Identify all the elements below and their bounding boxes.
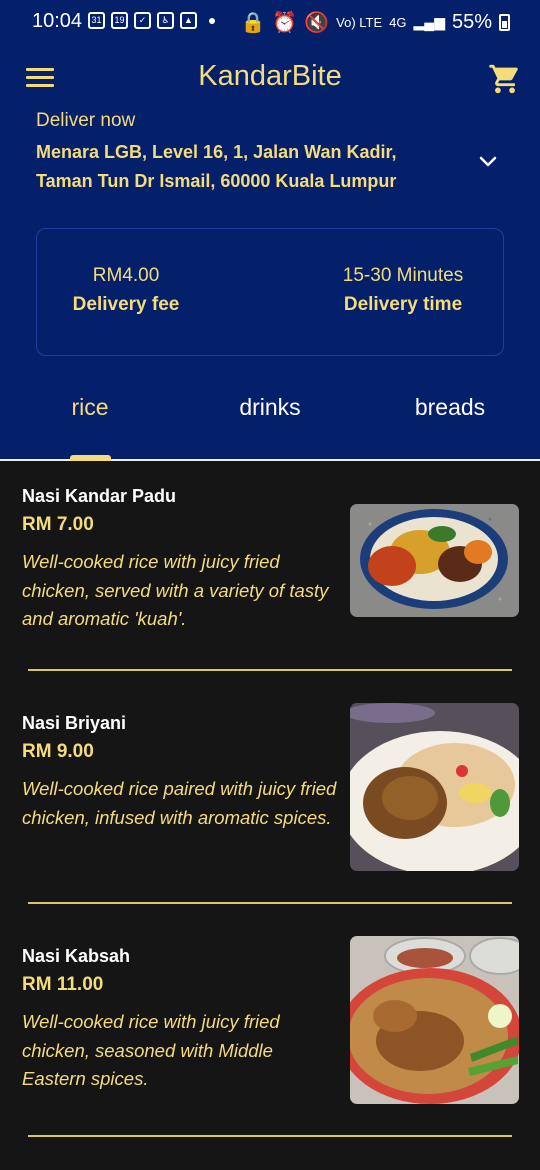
item-description: Well-cooked rice paired with juicy fried… — [22, 778, 337, 828]
item-description: Well-cooked rice with juicy fried chicke… — [22, 551, 329, 629]
delivery-info-card: RM4.00 Delivery fee 15-30 Minutes Delive… — [36, 228, 504, 356]
tab-breads[interactable]: breads — [360, 394, 540, 421]
battery-percent: 55% — [451, 11, 492, 33]
calendar-icon: 31 — [88, 12, 105, 29]
food-photo — [350, 936, 519, 1104]
item-divider — [28, 1135, 512, 1137]
item-name: Nasi Kabsah — [22, 946, 131, 966]
food-photo — [350, 703, 519, 871]
address-line-1: Menara LGB, Level 16, 1, Jalan Wan Kadir… — [36, 142, 397, 162]
alarm-icon: ⏰ — [272, 12, 298, 34]
more-notifications-dot — [209, 17, 215, 24]
system-icons: 🔒 ⏰ 🔇 Vo) LTE 4G ▂▄▆ 55% — [240, 10, 510, 35]
address-line-2: Taman Tun Dr Ismail, 60000 Kuala Lumpur — [36, 171, 397, 191]
item-price: RM 7.00 — [22, 514, 94, 535]
status-time: 10:04 — [32, 10, 83, 32]
network-4g-indicator: 4G — [389, 15, 407, 30]
item-description: Well-cooked rice with juicy fried chicke… — [22, 1011, 280, 1089]
delivery-mode-label: Deliver now — [36, 110, 136, 131]
menu-item-nasi-briyani[interactable]: Nasi Briyani RM 9.00 Well-cooked rice pa… — [0, 703, 540, 913]
delivery-fee-value: RM4.00 — [92, 265, 160, 286]
item-divider — [28, 669, 512, 671]
delivery-time-label: Delivery time — [343, 294, 463, 315]
item-name: Nasi Briyani — [22, 713, 127, 733]
lock-icon: 🔒 — [240, 12, 266, 34]
chevron-down-icon[interactable] — [478, 152, 498, 172]
battery-icon — [499, 14, 510, 31]
active-tab-indicator — [70, 455, 111, 461]
status-bar: 10:04 31 19 ✓ ♿ ▲ 🔒 ⏰ 🔇 Vo) LTE 4G ▂▄▆ 5… — [0, 0, 540, 44]
checkbox-icon: ✓ — [134, 12, 151, 29]
tab-drinks[interactable]: drinks — [180, 394, 360, 421]
mute-icon: 🔇 — [304, 12, 330, 34]
item-price: RM 9.00 — [22, 741, 94, 762]
delivery-fee-label: Delivery fee — [72, 294, 180, 315]
item-name: Nasi Kandar Padu — [22, 486, 177, 506]
delivery-time-value: 15-30 Minutes — [342, 265, 464, 286]
food-photo — [350, 504, 519, 617]
signal-icon: ▂▄▆ — [413, 14, 445, 30]
notification-icons: 31 19 ✓ ♿ ▲ — [88, 12, 215, 29]
menu-item-nasi-kabsah[interactable]: Nasi Kabsah RM 11.00 Well-cooked rice wi… — [0, 936, 540, 1146]
cart-icon[interactable] — [488, 62, 522, 96]
accessibility-icon: ♿ — [157, 12, 174, 29]
gallery-icon: ▲ — [180, 12, 197, 29]
item-divider — [28, 902, 512, 904]
delivery-fee: RM4.00 Delivery fee — [26, 265, 226, 316]
delivery-time: 15-30 Minutes Delivery time — [303, 265, 503, 316]
delivery-address[interactable]: Menara LGB, Level 16, 1, Jalan Wan Kadir… — [36, 138, 456, 196]
tab-rice[interactable]: rice — [0, 394, 180, 421]
calendar-small-icon: 19 — [111, 12, 128, 29]
item-price: RM 11.00 — [22, 974, 104, 995]
app-title: KandarBite — [198, 60, 342, 92]
volte-indicator: Vo) LTE — [336, 15, 383, 30]
menu-item-nasi-kandar-padu[interactable]: Nasi Kandar Padu RM 7.00 Well-cooked ric… — [0, 486, 540, 676]
